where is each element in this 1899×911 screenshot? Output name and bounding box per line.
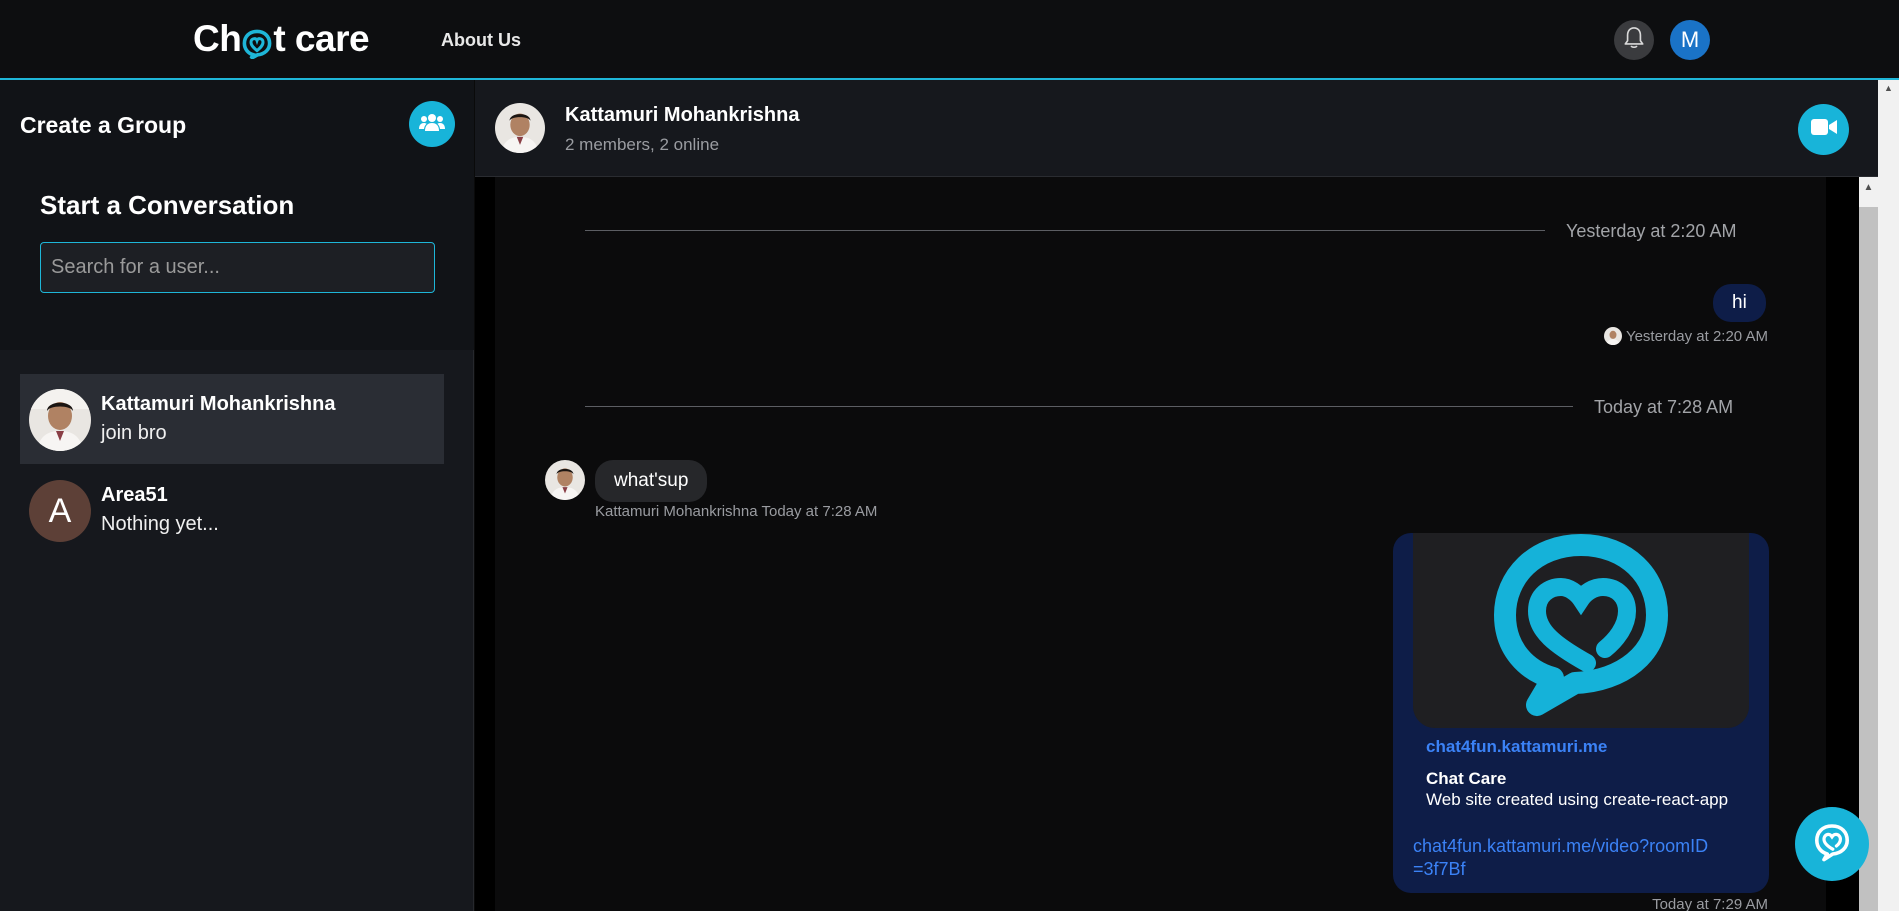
date-divider-label: Today at 7:28 AM	[1594, 397, 1734, 417]
date-divider-line	[585, 230, 1545, 231]
avatar[interactable]	[545, 460, 585, 500]
message-link-url[interactable]: chat4fun.kattamuri.me/video?roomID=3f7Bf	[1413, 835, 1713, 881]
chat-widget-button[interactable]	[1795, 807, 1869, 881]
link-preview-description: Web site created using create-react-app	[1426, 790, 1729, 809]
bell-icon	[1623, 26, 1645, 55]
sidebar-header: Create a Group	[0, 80, 474, 180]
user-avatar-button[interactable]: M	[1670, 20, 1710, 60]
conversations-sidebar: Create a Group Start a Conversation Sear…	[0, 80, 474, 911]
avatar[interactable]	[495, 103, 545, 153]
app-logo[interactable]: Ch t care	[193, 18, 370, 60]
logo-text-prefix: Ch	[193, 18, 242, 59]
page-scrollbar[interactable]: ▲	[1878, 80, 1899, 911]
message-meta: Kattamuri Mohankrishna Today at 7:28 AM	[595, 503, 877, 520]
outgoing-message-bubble[interactable]: hi	[1713, 284, 1766, 322]
message-list: Yesterday at 2:20 AM hi Yesterday at 2:2…	[495, 177, 1826, 911]
chat-title: Kattamuri Mohankrishna	[565, 104, 800, 126]
logo-heart-icon	[242, 26, 272, 60]
incoming-message-bubble[interactable]: what'sup	[595, 460, 708, 502]
create-group-button[interactable]	[409, 101, 455, 147]
conversation-preview: join bro	[101, 422, 167, 444]
logo-text-suffix: t care	[273, 18, 370, 59]
nav-about-us-link[interactable]: About Us	[441, 30, 521, 51]
start-conversation-title: Start a Conversation	[40, 190, 295, 220]
link-preview-domain[interactable]: chat4fun.kattamuri.me	[1426, 737, 1607, 757]
chat-member-status: 2 members, 2 online	[565, 135, 720, 154]
link-preview-image	[1413, 533, 1749, 728]
page-scroll-up-arrow-icon[interactable]: ▲	[1878, 80, 1899, 97]
create-group-label: Create a Group	[20, 112, 187, 138]
messages-scrollbar[interactable]: ▲	[1859, 177, 1878, 911]
avatar: A	[29, 480, 91, 542]
link-preview-message[interactable]: chat4fun.kattamuri.me Chat Care Web site…	[1393, 533, 1769, 893]
scroll-up-arrow-icon[interactable]: ▲	[1859, 177, 1878, 207]
user-search-input[interactable]	[40, 242, 435, 293]
message-sender: Kattamuri Mohankrishna	[595, 503, 758, 520]
conversation-name: Area51	[101, 484, 168, 506]
link-preview-title: Chat Care	[1426, 769, 1507, 788]
conversation-item-area51[interactable]: A Area51 Nothing yet...	[20, 465, 444, 555]
video-call-button[interactable]	[1798, 104, 1849, 155]
chat-area: Yesterday at 2:20 AM hi Yesterday at 2:2…	[475, 177, 1878, 911]
top-navbar: Ch t care About Us M	[0, 0, 1899, 80]
conversation-name: Kattamuri Mohankrishna	[101, 393, 336, 415]
message-timestamp: Today at 7:29 AM	[1652, 896, 1768, 911]
date-divider-line	[585, 406, 1573, 407]
group-users-icon	[419, 112, 445, 137]
chat-care-bubble-icon	[1812, 822, 1852, 867]
scroll-thumb[interactable]	[1859, 207, 1878, 911]
date-divider-label: Yesterday at 2:20 AM	[1566, 221, 1737, 241]
conversation-preview: Nothing yet...	[101, 513, 219, 535]
message-timestamp: Yesterday at 2:20 AM	[1625, 328, 1768, 345]
message-meta: Yesterday at 2:20 AM	[1603, 327, 1768, 345]
conversation-list: Kattamuri Mohankrishna join bro A Area51…	[20, 374, 444, 556]
notifications-button[interactable]	[1614, 20, 1654, 60]
avatar	[29, 389, 91, 451]
chat-header: Kattamuri Mohankrishna 2 members, 2 onli…	[475, 80, 1878, 177]
conversation-item-kattamuri[interactable]: Kattamuri Mohankrishna join bro	[20, 374, 444, 464]
message-timestamp: Today at 7:28 AM	[761, 503, 878, 520]
video-camera-icon	[1810, 118, 1837, 141]
avatar	[1603, 327, 1622, 345]
start-conversation-section: Start a Conversation	[0, 180, 474, 350]
